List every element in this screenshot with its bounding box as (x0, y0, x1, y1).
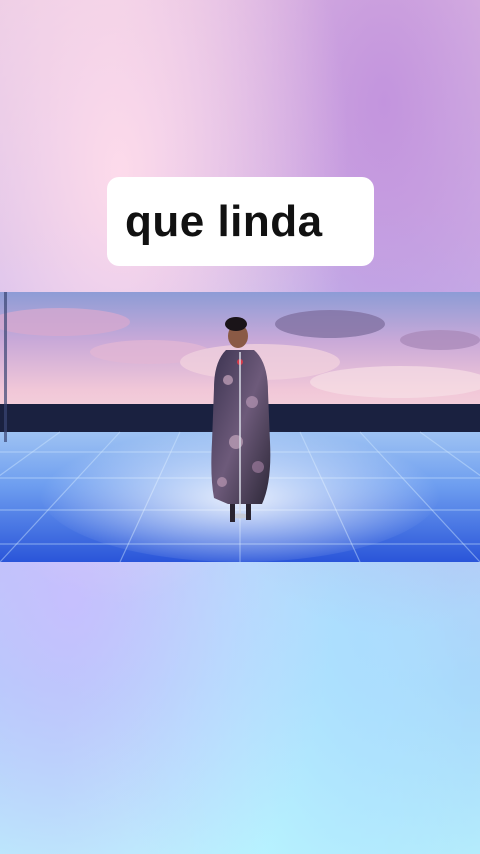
video-frame[interactable] (0, 292, 480, 562)
stage-scene (0, 292, 480, 562)
caption-box: que linda (107, 177, 374, 266)
stage-truss (4, 292, 7, 442)
caption-text: que linda (125, 196, 323, 246)
